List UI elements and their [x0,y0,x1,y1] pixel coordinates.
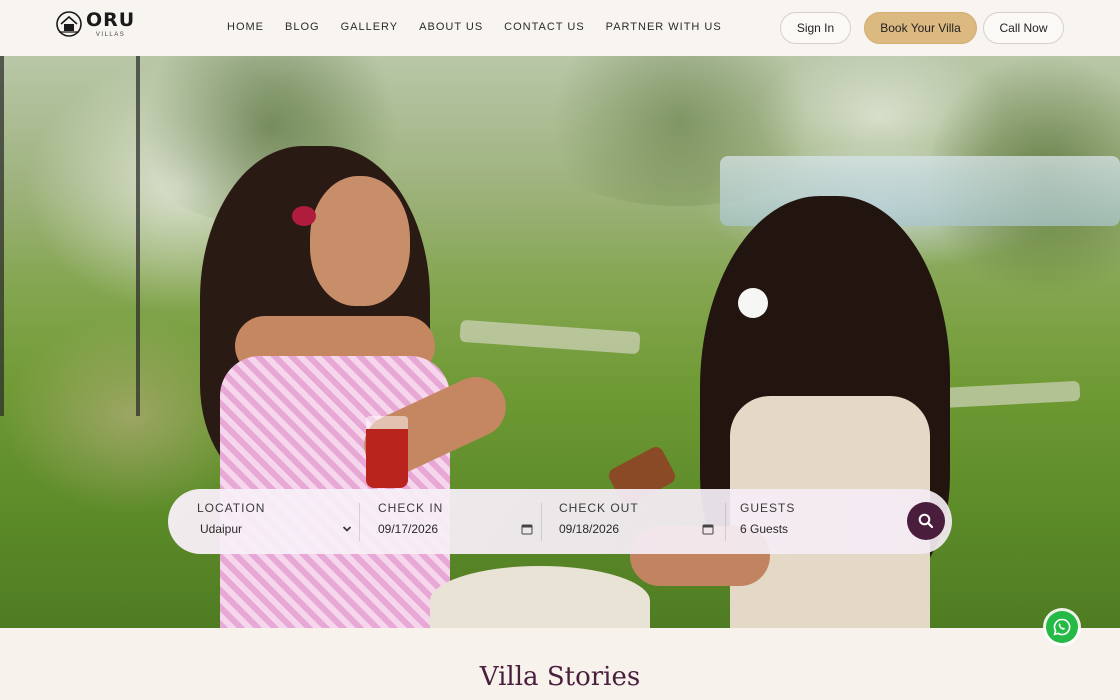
logo-wordmark: ORU [86,9,136,31]
main-nav: HOME BLOG GALLERY ABOUT US CONTACT US PA… [227,21,743,33]
drink-cup [366,416,408,488]
sign-in-button[interactable]: Sign In [780,12,851,44]
nav-about-us[interactable]: ABOUT US [419,21,483,33]
chevron-down-icon[interactable] [342,525,352,533]
person-left-face [310,176,410,306]
logo[interactable]: ORU VILLAS [56,10,135,42]
location-label: LOCATION [197,501,266,515]
check-out-input[interactable]: 09/18/2026 [559,522,619,536]
nav-partner-with-us[interactable]: PARTNER WITH US [606,21,722,33]
calendar-icon[interactable] [702,523,714,535]
check-out-field[interactable]: CHECK OUT 09/18/2026 [542,489,722,554]
section-title: Villa Stories [479,662,641,692]
check-in-field[interactable]: CHECK IN 09/17/2026 [360,489,540,554]
check-in-label: CHECK IN [378,501,444,515]
nav-home[interactable]: HOME [227,21,264,33]
flower-shape [738,288,768,318]
calendar-icon[interactable] [521,523,533,535]
swing-shape [0,56,140,416]
location-select[interactable]: Udaipur [200,522,242,536]
book-villa-button[interactable]: Book Your Villa [864,12,977,44]
logo-icon [56,11,82,37]
search-icon [918,513,934,529]
call-now-button[interactable]: Call Now [983,12,1064,44]
guests-field[interactable]: GUESTS 6 Guests [726,489,896,554]
location-field[interactable]: LOCATION Udaipur [168,489,358,554]
path-shape [459,319,641,355]
whatsapp-button[interactable] [1046,611,1078,643]
guests-input[interactable]: 6 Guests [740,522,788,536]
logo-tagline: VILLAS [95,32,126,38]
nav-gallery[interactable]: GALLERY [341,21,399,33]
nav-blog[interactable]: BLOG [285,21,320,33]
blanket-shape [430,566,650,628]
booking-search-bar: LOCATION Udaipur CHECK IN 09/17/2026 CHE… [168,489,952,554]
search-button[interactable] [907,502,945,540]
check-out-label: CHECK OUT [559,501,639,515]
flower-shape [292,206,316,226]
nav-contact-us[interactable]: CONTACT US [504,21,585,33]
site-header: ORU VILLAS HOME BLOG GALLERY ABOUT US CO… [0,0,1120,56]
whatsapp-icon [1053,618,1071,636]
guests-label: GUESTS [740,501,796,515]
check-in-input[interactable]: 09/17/2026 [378,522,438,536]
